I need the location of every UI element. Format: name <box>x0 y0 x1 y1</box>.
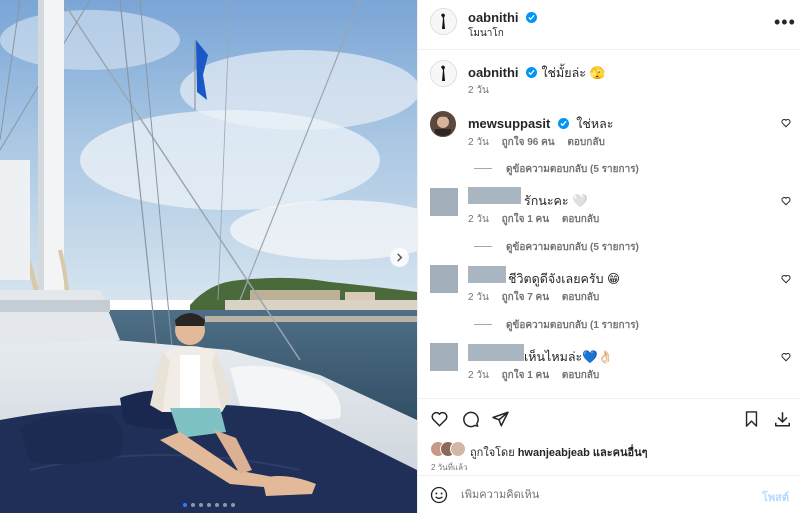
share-icon[interactable] <box>491 410 510 428</box>
caption: oabnithi ใช่มั้ยล่ะ 🫣 <box>468 63 605 83</box>
bookmark-icon[interactable] <box>743 410 760 428</box>
redacted-username <box>468 344 524 361</box>
post-side-panel: oabnithi โมนาโก ••• oabnithi ใช่มั้ยล่ะ … <box>417 0 800 513</box>
comment-text: ชีวิตดูดีจังเลยครับ 😁 <box>508 272 621 286</box>
comment-likes[interactable]: ถูกใจ 1 คน <box>502 214 550 225</box>
carousel-dot[interactable] <box>222 503 227 507</box>
heart-icon[interactable] <box>781 274 791 284</box>
carousel-dots <box>0 503 417 507</box>
reply-button[interactable]: ตอบกลับ <box>562 370 599 381</box>
reply-button[interactable]: ตอบกลับ <box>562 292 599 303</box>
comment-text: เห็นไหมล่ะ💙👌🏻 <box>524 350 614 364</box>
heart-icon[interactable] <box>430 410 449 428</box>
chevron-right-icon <box>397 253 403 262</box>
carousel-dot[interactable] <box>190 503 195 507</box>
post-photo[interactable] <box>0 0 417 513</box>
more-icon: ••• <box>774 12 796 32</box>
redacted-username <box>468 266 506 283</box>
comment-text: ใช่หละ <box>576 117 614 131</box>
comment-bar: โพสต์ <box>418 475 800 513</box>
download-icon[interactable] <box>773 410 792 428</box>
verified-badge-icon <box>557 118 569 129</box>
comment-time: 2 วัน <box>468 292 489 303</box>
carousel-dot[interactable] <box>182 503 187 507</box>
verified-badge-icon <box>526 67 537 78</box>
comment-text: รักนะคะ 🤍 <box>524 194 588 208</box>
comment-meta: 2 วัน ถูกใจ 96 คน ตอบกลับ <box>468 135 615 150</box>
carousel-dot[interactable] <box>206 503 211 507</box>
liked-by-user[interactable]: hwanjeabjeab <box>518 447 590 459</box>
comment-likes[interactable]: ถูกใจ 7 คน <box>502 292 550 303</box>
heart-icon[interactable] <box>781 352 791 362</box>
next-image-button[interactable] <box>390 248 409 267</box>
emoji-icon[interactable] <box>430 486 448 504</box>
redacted-avatar <box>430 188 458 216</box>
carousel-dot[interactable] <box>198 503 203 507</box>
redacted-username <box>468 187 521 204</box>
caption-username[interactable]: oabnithi <box>468 65 519 80</box>
comment-meta: 2 วัน ถูกใจ 1 คน ตอบกลับ <box>468 368 609 383</box>
comment-time: 2 วัน <box>468 137 489 148</box>
yacht-photo-image <box>0 0 417 513</box>
caption-time: 2 วัน <box>468 85 489 96</box>
view-replies-button[interactable]: ดูข้อความตอบกลับ (1 รายการ) <box>474 318 639 333</box>
comment-time: 2 วัน <box>468 370 489 381</box>
heart-icon[interactable] <box>781 196 791 206</box>
author-avatar[interactable] <box>430 8 457 35</box>
redacted-avatar <box>430 343 458 371</box>
comment-icon[interactable] <box>461 410 480 428</box>
reply-button[interactable]: ตอบกลับ <box>567 137 604 148</box>
post-actions: ถูกใจโดย hwanjeabjeab และคนอื่นๆ 2 วันที… <box>418 398 800 513</box>
comment-meta: 2 วัน ถูกใจ 1 คน ตอบกลับ <box>468 212 609 227</box>
heart-icon[interactable] <box>781 118 791 128</box>
view-replies-button[interactable]: ดูข้อความตอบกลับ (5 รายการ) <box>474 240 639 255</box>
comment-username[interactable]: mewsuppasit <box>468 116 550 131</box>
liked-by-text: ถูกใจโดย hwanjeabjeab และคนอื่นๆ <box>470 447 648 459</box>
carousel-dot[interactable] <box>214 503 219 507</box>
reply-button[interactable]: ตอบกลับ <box>562 214 599 225</box>
caption-avatar[interactable] <box>430 60 457 87</box>
comment-likes[interactable]: ถูกใจ 96 คน <box>502 137 555 148</box>
comment-avatar[interactable] <box>430 111 456 137</box>
post-comment-button[interactable]: โพสต์ <box>762 488 789 506</box>
post-location[interactable]: โมนาโก <box>468 26 504 41</box>
instagram-post-view: oabnithi โมนาโก ••• oabnithi ใช่มั้ยล่ะ … <box>0 0 800 513</box>
comment-time: 2 วัน <box>468 214 489 225</box>
view-replies-button[interactable]: ดูข้อความตอบกลับ (5 รายการ) <box>474 162 639 177</box>
liker-avatar[interactable] <box>450 441 466 457</box>
caption-text: ใช่มั้ยล่ะ 🫣 <box>541 66 606 80</box>
liked-by-others[interactable]: และคนอื่นๆ <box>593 447 648 459</box>
verified-badge-icon <box>526 12 537 23</box>
posted-ago: 2 วันที่แล้ว <box>431 463 468 472</box>
comment-item: mewsuppasit ใช่หละ <box>468 114 613 134</box>
redacted-avatar <box>430 265 458 293</box>
more-options-button[interactable]: ••• <box>774 12 796 33</box>
author-username[interactable]: oabnithi <box>468 10 519 25</box>
comment-meta: 2 วัน ถูกใจ 7 คน ตอบกลับ <box>468 290 609 305</box>
carousel-dot[interactable] <box>230 503 235 507</box>
comment-input[interactable] <box>461 489 741 501</box>
post-header: oabnithi โมนาโก ••• <box>418 0 800 50</box>
comment-likes[interactable]: ถูกใจ 1 คน <box>502 370 550 381</box>
